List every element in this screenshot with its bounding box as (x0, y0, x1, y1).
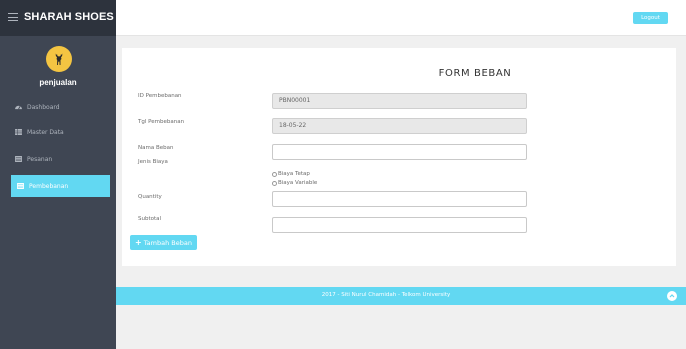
quantity-label: Quantity (138, 194, 162, 200)
list-icon (17, 183, 24, 189)
footer-text: 2017 - Siti Nurul Chamidah - Telkom Univ… (321, 292, 451, 298)
jenis-biaya-label: Jenis Biaya (138, 159, 168, 165)
quantity-input[interactable] (272, 191, 527, 207)
radio-label: Biaya Tetap (278, 171, 310, 177)
plus-icon: + (135, 238, 142, 247)
sidebar-item-master-data[interactable]: Master Data (0, 121, 116, 143)
radio-label: Biaya Variable (278, 180, 318, 186)
sidebar-item-label: Pesanan (27, 155, 53, 163)
id-pembebanan-field: PBN00001 (272, 93, 527, 109)
radio-biaya-variable[interactable]: Biaya Variable (272, 180, 317, 186)
scroll-top-button[interactable] (667, 291, 677, 301)
radio-biaya-tetap[interactable]: Biaya Tetap (272, 171, 310, 177)
id-pembebanan-label: ID Pembebanan (138, 93, 182, 99)
username: penjualan (39, 78, 77, 87)
top-bar: Logout (116, 0, 686, 36)
table-icon (15, 129, 22, 135)
form-title: FORM BEBAN (438, 68, 512, 79)
brand-title[interactable]: SHARAH SHOES (24, 11, 114, 23)
tambah-beban-label: Tambah Beban (143, 238, 192, 247)
sidebar-item-label: Pembebanan (29, 182, 69, 190)
tambah-beban-button[interactable]: + Tambah Beban (130, 235, 197, 250)
list-icon (15, 156, 22, 162)
deer-icon (55, 53, 63, 65)
sidebar-item-pesanan[interactable]: Pesanan (0, 148, 116, 170)
radio-button[interactable] (272, 171, 277, 177)
tgl-pembebanan-field: 18-05-22 (272, 118, 527, 134)
brand-bar: SHARAH SHOES (0, 0, 116, 36)
subtotal-input[interactable] (272, 217, 527, 233)
chevron-up-icon (669, 294, 675, 298)
footer: 2017 - Siti Nurul Chamidah - Telkom Univ… (116, 287, 686, 305)
sidebar: SHARAH SHOES penjualan Dashboard Master … (0, 0, 116, 349)
sidebar-item-label: Master Data (27, 128, 64, 136)
nama-beban-label: Nama Beban (138, 145, 174, 151)
avatar (46, 46, 72, 72)
menu-icon[interactable] (8, 13, 18, 21)
subtotal-label: Subtotal (138, 216, 162, 222)
tgl-pembebanan-label: Tgl Pembebanan (138, 119, 185, 125)
logout-button[interactable]: Logout (633, 12, 668, 24)
form-card: FORM BEBAN ID Pembebanan PBN00001 Tgl Pe… (122, 48, 676, 266)
sidebar-item-pembebanan[interactable]: Pembebanan (11, 175, 110, 197)
radio-button[interactable] (272, 180, 277, 186)
nama-beban-input[interactable] (272, 144, 527, 160)
dashboard-icon (15, 105, 22, 110)
sidebar-item-label: Dashboard (27, 103, 60, 111)
sidebar-item-dashboard[interactable]: Dashboard (0, 96, 116, 118)
